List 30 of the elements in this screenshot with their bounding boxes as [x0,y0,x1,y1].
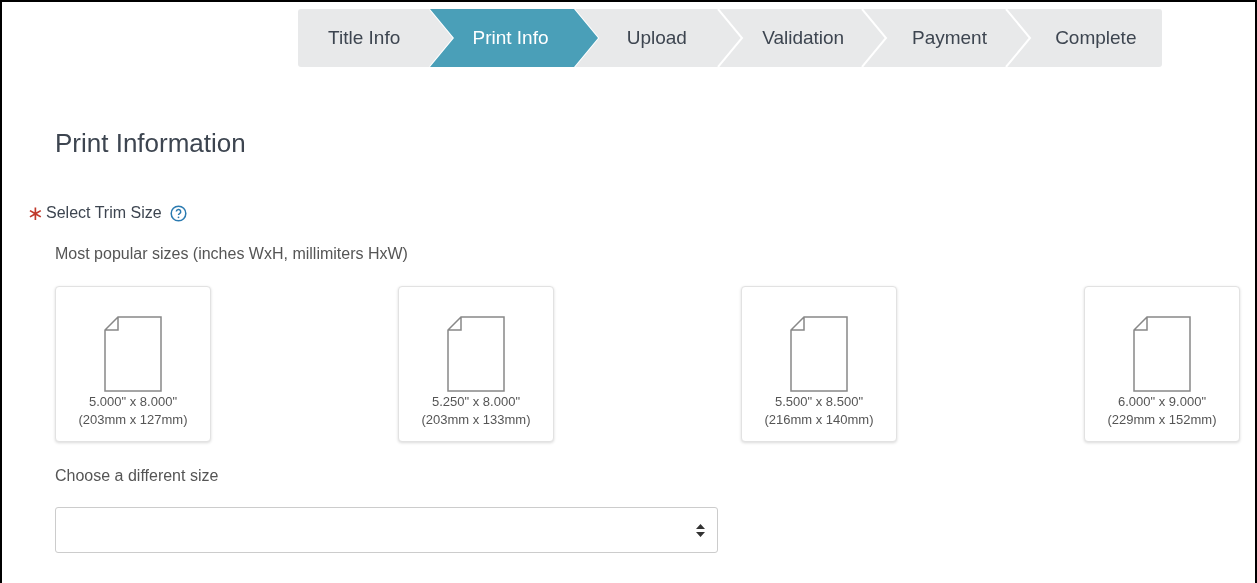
step-tab[interactable]: Complete [1015,9,1162,67]
step-tab[interactable]: Upload [576,9,723,67]
trim-size-card[interactable]: 5.250" x 8.000" (203mm x 133mm) [398,286,554,442]
size-inches: 5.000" x 8.000" [89,393,177,411]
step-tab[interactable]: Payment [869,9,1016,67]
step-tab[interactable]: Title Info [298,9,431,67]
chevron-divider [429,9,456,67]
page-icon [790,316,848,392]
trim-size-card[interactable]: 5.500" x 8.500" (216mm x 140mm) [741,286,897,442]
help-icon[interactable] [169,204,187,222]
field-label: Choose a different size [55,466,220,486]
page-icon [1133,316,1191,392]
sort-caret-icon [696,523,705,537]
size-millimeters: (203mm x 127mm) [78,411,188,429]
size-inches: 5.500" x 8.500" [775,393,863,411]
size-inches: 5.250" x 8.000" [432,393,520,411]
page-icon [104,316,162,392]
size-millimeters: (216mm x 140mm) [764,411,874,429]
trim-size-card[interactable]: 5.000" x 8.000" (203mm x 127mm) [55,286,211,442]
page-heading: Print Information [55,127,247,160]
field-label: Select Trim Size [46,203,162,223]
step-tab[interactable]: Validation [723,9,870,67]
size-millimeters: (203mm x 133mm) [421,411,531,429]
size-millimeters: (229mm x 152mm) [1107,411,1217,429]
page-icon [447,316,505,392]
size-inches: 6.000" x 9.000" [1118,393,1206,411]
trim-size-card[interactable]: 6.000" x 9.000" (229mm x 152mm) [1084,286,1240,442]
hint-text: Most popular sizes (inches WxH, millimiters HxW) [55,244,409,264]
required-mark: ∗ [27,203,44,223]
chevron-divider [573,9,600,67]
